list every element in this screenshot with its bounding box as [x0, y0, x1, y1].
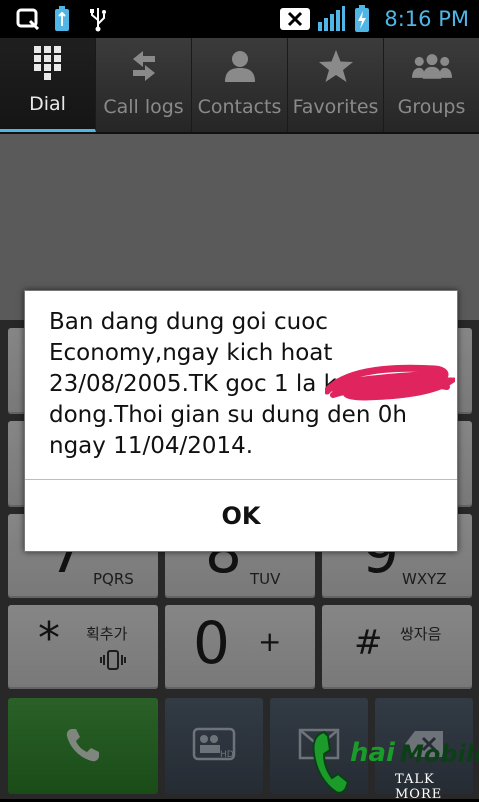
tab-favorites[interactable]: Favorites: [288, 38, 384, 132]
quickmemo-icon: [14, 6, 42, 32]
tab-label: Call logs: [103, 96, 184, 118]
tab-label: Groups: [397, 96, 466, 118]
watermark-part2: Mobile: [400, 740, 479, 768]
phone-handset-logo-icon: [312, 730, 350, 794]
call-logs-icon: [124, 46, 164, 86]
tab-contacts[interactable]: Contacts: [192, 38, 288, 132]
tab-groups[interactable]: Groups: [384, 38, 479, 132]
battery-usb-icon: [52, 6, 72, 32]
tab-label: Favorites: [292, 96, 379, 118]
watermark-logo: hai Mobile TALK MORE: [310, 728, 479, 802]
ok-button[interactable]: OK: [25, 480, 457, 551]
person-icon: [220, 46, 260, 86]
ussd-dialog: Ban dang dung goi cuoc Economy,ngay kich…: [24, 290, 458, 552]
signal-icon: [316, 6, 346, 32]
star-icon: [316, 46, 356, 86]
battery-icon: [352, 5, 372, 32]
usb-icon: [86, 6, 110, 32]
clock: 8:16 PM: [384, 7, 469, 31]
status-bar: 8:16 PM: [0, 0, 479, 38]
tab-label: Contacts: [197, 96, 282, 118]
watermark-tagline: TALK MORE: [395, 772, 443, 802]
tab-bar: Dial Call logs Contacts Favorites Groups: [0, 38, 479, 134]
tab-dial[interactable]: Dial: [0, 38, 96, 132]
no-sim-icon: [278, 6, 312, 32]
tab-label: Dial: [29, 93, 66, 115]
watermark-part1: hai: [350, 738, 395, 768]
dialpad-icon: [28, 43, 68, 83]
tab-call-logs[interactable]: Call logs: [96, 38, 192, 132]
redaction-scribble: [325, 364, 455, 401]
groups-icon: [411, 46, 452, 86]
